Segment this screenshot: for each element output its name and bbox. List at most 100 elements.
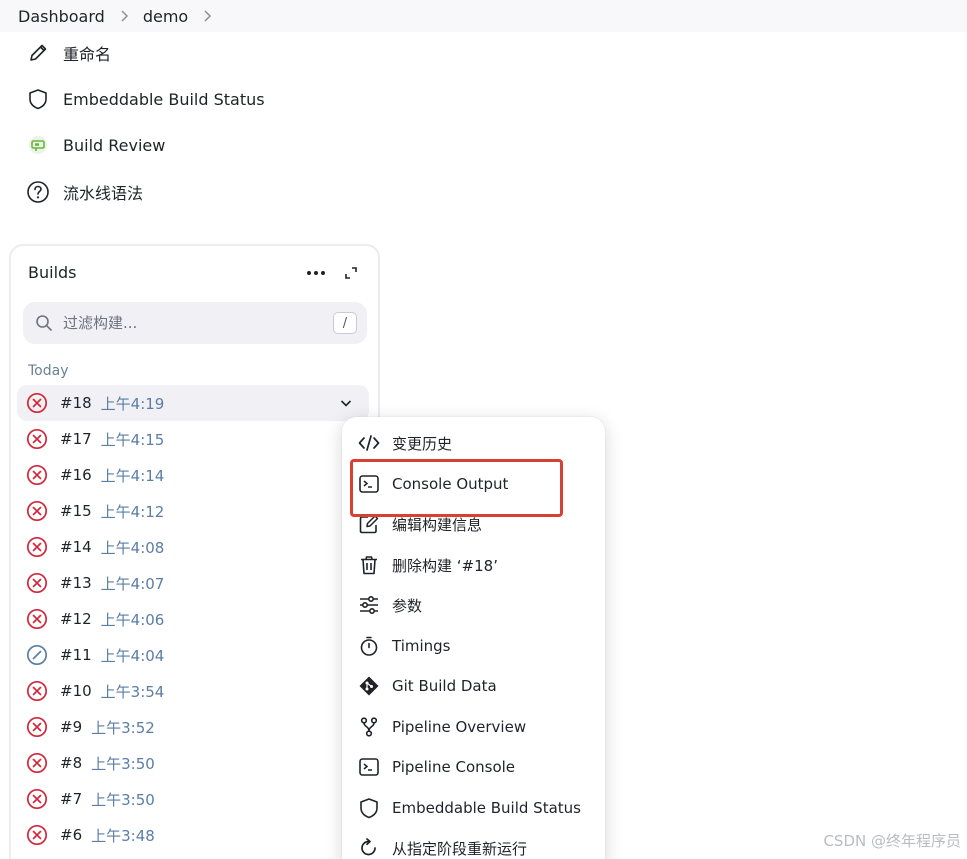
group-label-today: Today [28,363,69,379]
side-item-pipeline-syntax[interactable]: 流水线语法 [26,177,143,207]
menu-item-change-history[interactable]: 变更历史 [358,426,588,460]
side-item-build-review[interactable]: Build Review [26,130,165,160]
build-row[interactable]: #7 上午3:50 [17,781,369,817]
rerun-icon [358,837,380,859]
build-row[interactable]: #18 上午4:19 [17,385,369,421]
search-shortcut-hint: / [333,312,357,334]
code-icon [358,432,380,454]
breadcrumb-dashboard[interactable]: Dashboard [18,7,105,26]
menu-item-label: 参数 [392,596,423,615]
sliders-icon [358,594,380,616]
menu-item-parameters[interactable]: 参数 [358,588,588,622]
build-row[interactable]: #9 上午3:52 [17,709,369,745]
menu-item-label: 从指定阶段重新运行 [392,839,528,858]
build-time[interactable]: 上午4:14 [101,465,165,486]
shield-icon [26,87,50,111]
failed-status-icon [26,788,48,810]
build-time[interactable]: 上午4:15 [101,429,165,450]
build-number: #18 [60,394,92,412]
build-row[interactable]: #13 上午4:07 [17,565,369,601]
menu-item-label: Embeddable Build Status [392,799,581,817]
side-item-label: 重命名 [63,45,112,64]
pencil-icon [26,41,50,65]
build-time[interactable]: 上午4:06 [101,609,165,630]
failed-status-icon [26,752,48,774]
trash-icon [358,554,380,576]
build-number: #17 [60,430,92,448]
build-row[interactable]: #6 上午3:48 [17,817,369,853]
build-row[interactable]: #17 上午4:15 [17,421,369,457]
menu-item-label: 变更历史 [392,434,453,453]
build-time[interactable]: 上午4:19 [101,393,165,414]
build-time[interactable]: 上午3:48 [91,825,155,846]
menu-item-label: 删除构建 ‘#18’ [392,556,498,575]
breadcrumb-demo[interactable]: demo [143,7,188,26]
builds-title: Builds [28,263,77,282]
menu-item-edit-build-info[interactable]: 编辑构建信息 [358,507,588,541]
build-number: #12 [60,610,92,628]
menu-item-console-output[interactable]: Console Output [358,467,588,501]
build-number: #8 [60,754,83,772]
build-row[interactable]: #8 上午3:50 [17,745,369,781]
build-row[interactable]: #16 上午4:14 [17,457,369,493]
search-icon [35,314,53,332]
menu-item-delete-build[interactable]: 删除构建 ‘#18’ [358,548,588,582]
build-number: #11 [60,646,92,664]
build-number: #16 [60,466,92,484]
build-number: #14 [60,538,92,556]
menu-item-restart-from-stage[interactable]: 从指定阶段重新运行 [358,831,588,859]
build-row[interactable]: #10 上午3:54 [17,673,369,709]
menu-item-embeddable-build-status[interactable]: Embeddable Build Status [358,791,588,825]
side-item-label: 流水线语法 [63,184,144,203]
search-input[interactable] [63,314,313,332]
menu-item-label: Git Build Data [392,677,497,695]
failed-status-icon [26,428,48,450]
build-time[interactable]: 上午4:07 [101,573,165,594]
build-number: #13 [60,574,92,592]
failed-status-icon [26,716,48,738]
git-icon [358,675,380,697]
side-item-label: Embeddable Build Status [63,89,265,109]
build-row[interactable]: #15 上午4:12 [17,493,369,529]
build-number: #6 [60,826,83,844]
menu-item-timings[interactable]: Timings [358,629,588,663]
build-row[interactable]: #14 上午4:08 [17,529,369,565]
build-time[interactable]: 上午4:04 [101,645,165,666]
menu-item-pipeline-overview[interactable]: Pipeline Overview [358,710,588,744]
menu-item-label: Timings [392,637,451,655]
menu-item-pipeline-console[interactable]: Pipeline Console [358,750,588,784]
side-item-embeddable-build-status[interactable]: Embeddable Build Status [26,84,265,114]
chevron-down-icon[interactable] [337,394,355,412]
breadcrumb: Dashboard demo [0,0,967,32]
menu-item-label: Console Output [392,475,509,493]
aborted-status-icon [26,644,48,666]
menu-item-label: Pipeline Overview [392,718,527,736]
menu-item-label: 编辑构建信息 [392,515,483,534]
watermark: CSDN @终年程序员 [823,832,961,850]
build-time[interactable]: 上午4:12 [101,501,165,522]
more-options-icon[interactable] [304,262,328,284]
build-row[interactable]: #12 上午4:06 [17,601,369,637]
search-box: / [23,302,367,344]
failed-status-icon [26,680,48,702]
menu-item-git-build-data[interactable]: Git Build Data [358,669,588,703]
failed-status-icon [26,824,48,846]
side-item-label: Build Review [63,135,166,155]
build-row[interactable]: #11 上午4:04 [17,637,369,673]
build-time[interactable]: 上午3:52 [91,717,155,738]
build-time[interactable]: 上午4:08 [101,537,165,558]
shield-icon [358,797,380,819]
build-time[interactable]: 上午3:54 [101,681,165,702]
stopwatch-icon [358,635,380,657]
side-item-rename[interactable]: 重命名 [26,38,111,68]
build-time[interactable]: 上午3:50 [91,789,155,810]
expand-icon[interactable] [340,262,362,284]
chevron-right-icon[interactable] [202,10,212,22]
branch-icon [358,716,380,738]
chevron-right-icon [119,10,129,22]
failed-status-icon [26,608,48,630]
terminal-icon [358,756,380,778]
failed-status-icon [26,392,48,414]
build-time[interactable]: 上午3:50 [91,753,155,774]
edit-icon [358,513,380,535]
